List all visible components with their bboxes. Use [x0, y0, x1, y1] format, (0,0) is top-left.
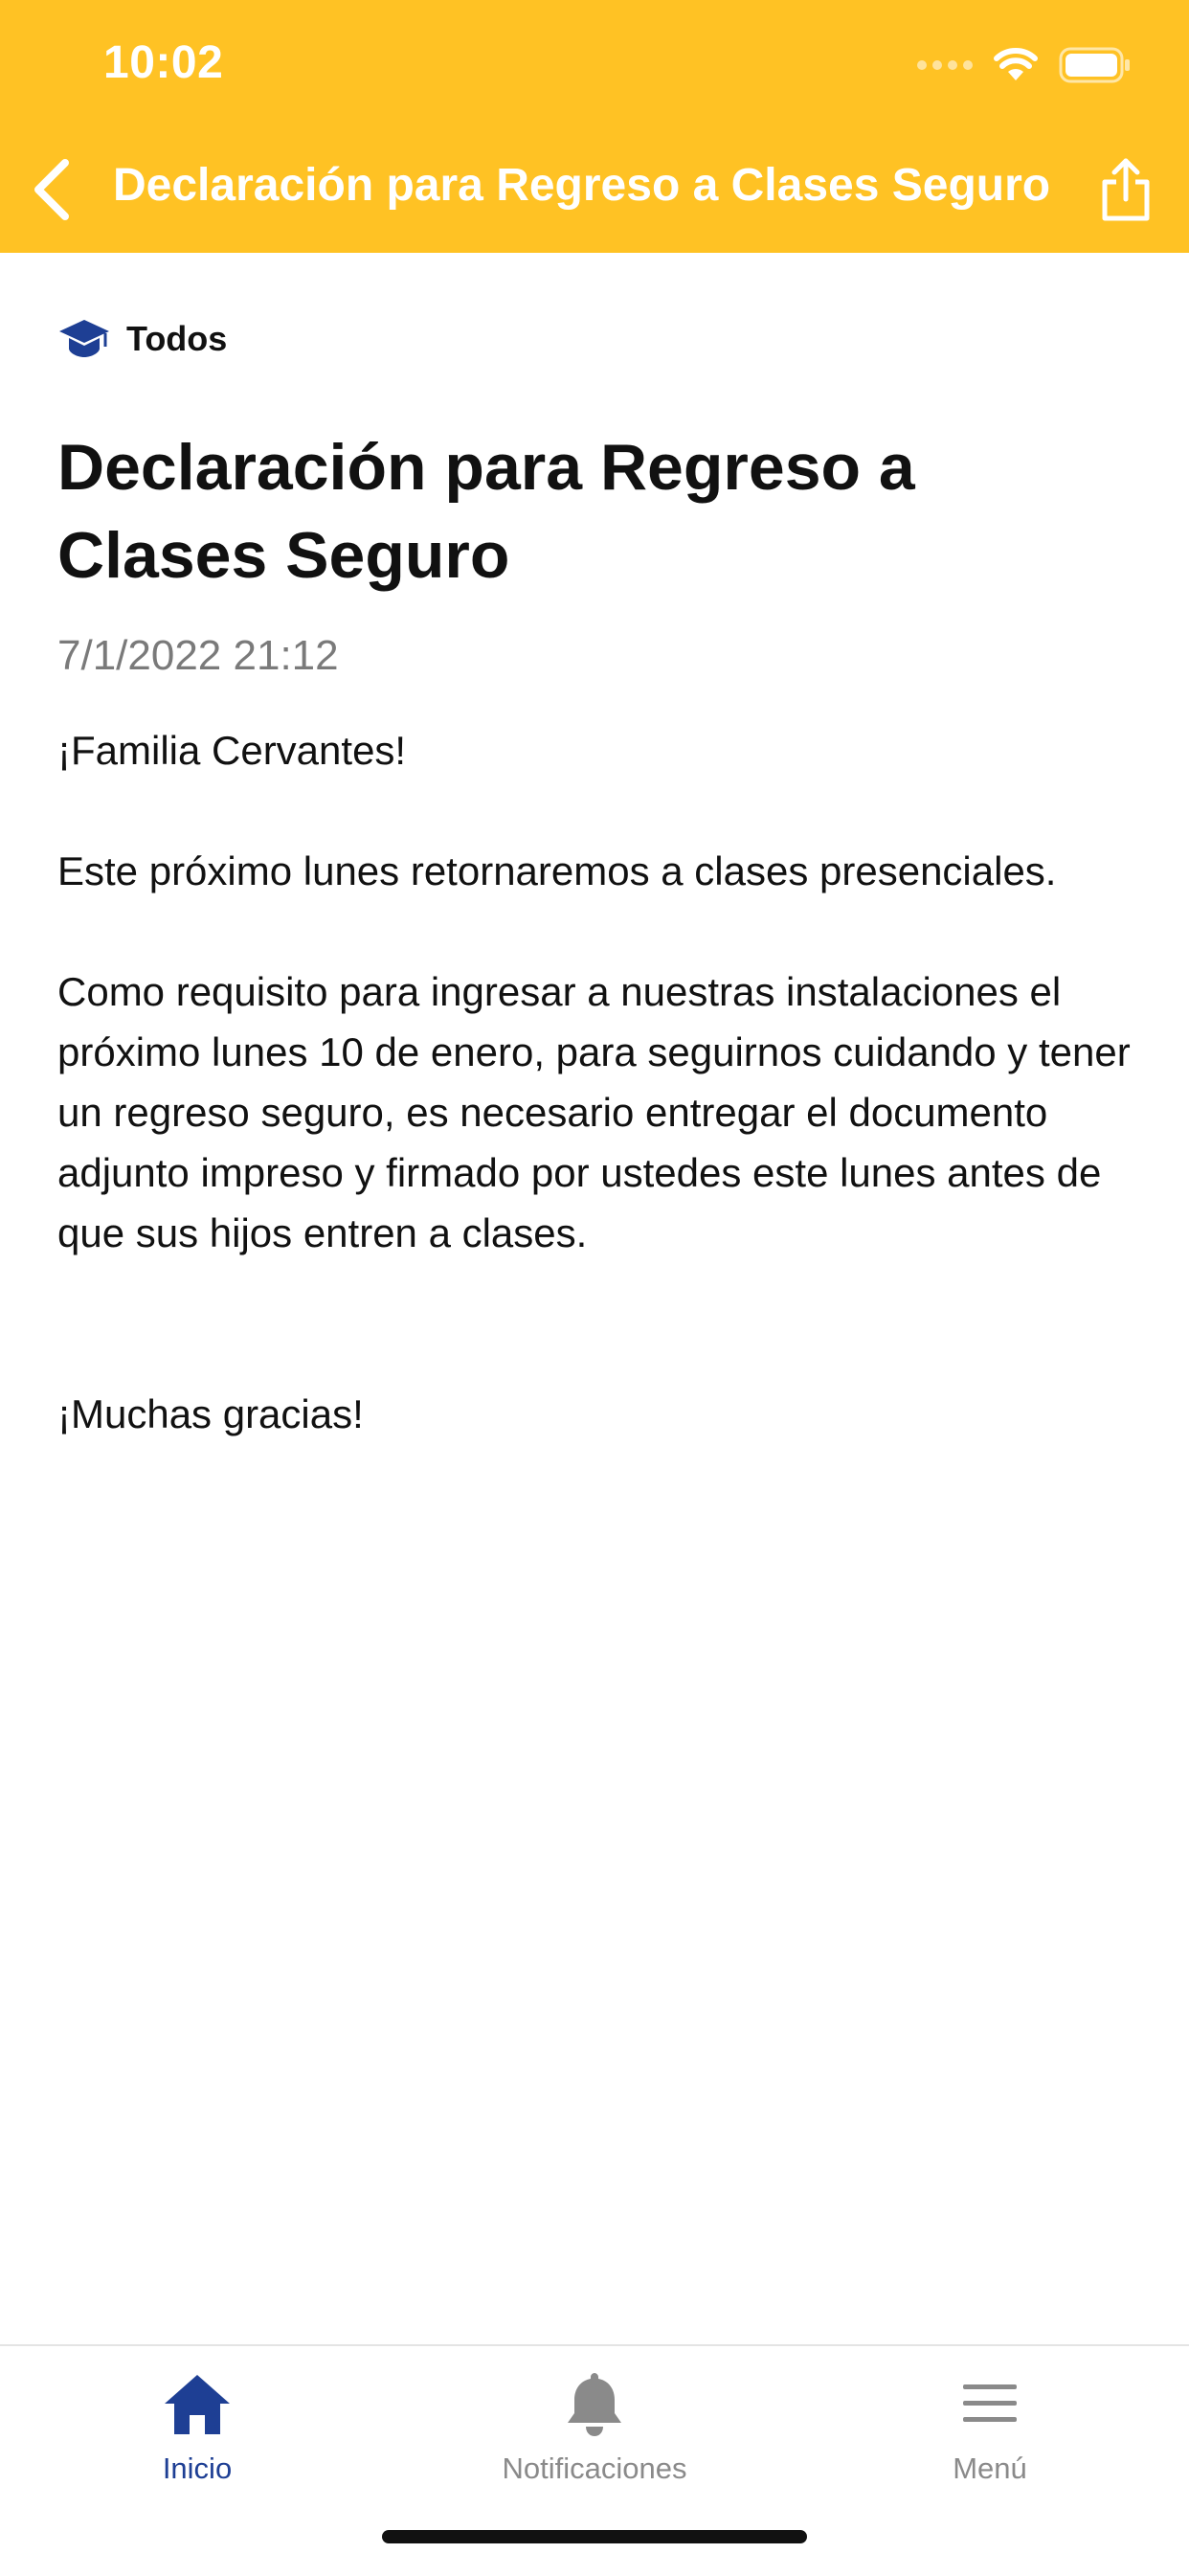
home-indicator [382, 2530, 807, 2543]
tab-inicio[interactable]: Inicio [54, 2363, 341, 2507]
status-icons [917, 42, 1132, 88]
tab-notificaciones[interactable]: Notificaciones [451, 2363, 738, 2507]
tab-label: Menú [953, 2452, 1027, 2485]
post-title: Declaración para Regreso a Clases Seguro [57, 431, 915, 592]
post-greeting: ¡Familia Cervantes! [57, 728, 407, 773]
back-button[interactable] [17, 155, 86, 224]
bell-icon [568, 2373, 621, 2436]
app-header: 10:02 Declaración para Regreso a Clases … [0, 0, 1189, 253]
post-paragraph: Este próximo lunes retornaremos a clases… [57, 848, 1057, 893]
category-label: Todos [126, 319, 228, 358]
chevron-left-icon [34, 159, 69, 220]
navigation-bar: Declaración para Regreso a Clases Seguro [0, 144, 1189, 236]
post-body: ¡Familia Cervantes! Este próximo lunes r… [57, 720, 1139, 1444]
tab-label: Inicio [162, 2452, 233, 2485]
post-category: Todos [57, 312, 227, 366]
hamburger-menu-icon [963, 2384, 1017, 2422]
battery-icon [1059, 47, 1130, 83]
post-paragraph: Como requisito para ingresar a nuestras … [57, 969, 1131, 1255]
status-time: 10:02 [103, 37, 224, 88]
graduation-cap-icon [59, 320, 109, 357]
share-button[interactable] [1089, 153, 1162, 226]
share-icon [1102, 158, 1150, 221]
tab-label: Notificaciones [502, 2452, 687, 2485]
wifi-icon [994, 48, 1038, 80]
tab-menu[interactable]: Menú [846, 2363, 1133, 2507]
post-date: 7/1/2022 21:12 [57, 632, 339, 679]
nav-title: Declaración para Regreso a Clases Seguro [113, 160, 1051, 211]
cellular-signal-icon [917, 60, 973, 70]
post-closing: ¡Muchas gracias! [57, 1391, 364, 1436]
home-icon [165, 2375, 230, 2434]
